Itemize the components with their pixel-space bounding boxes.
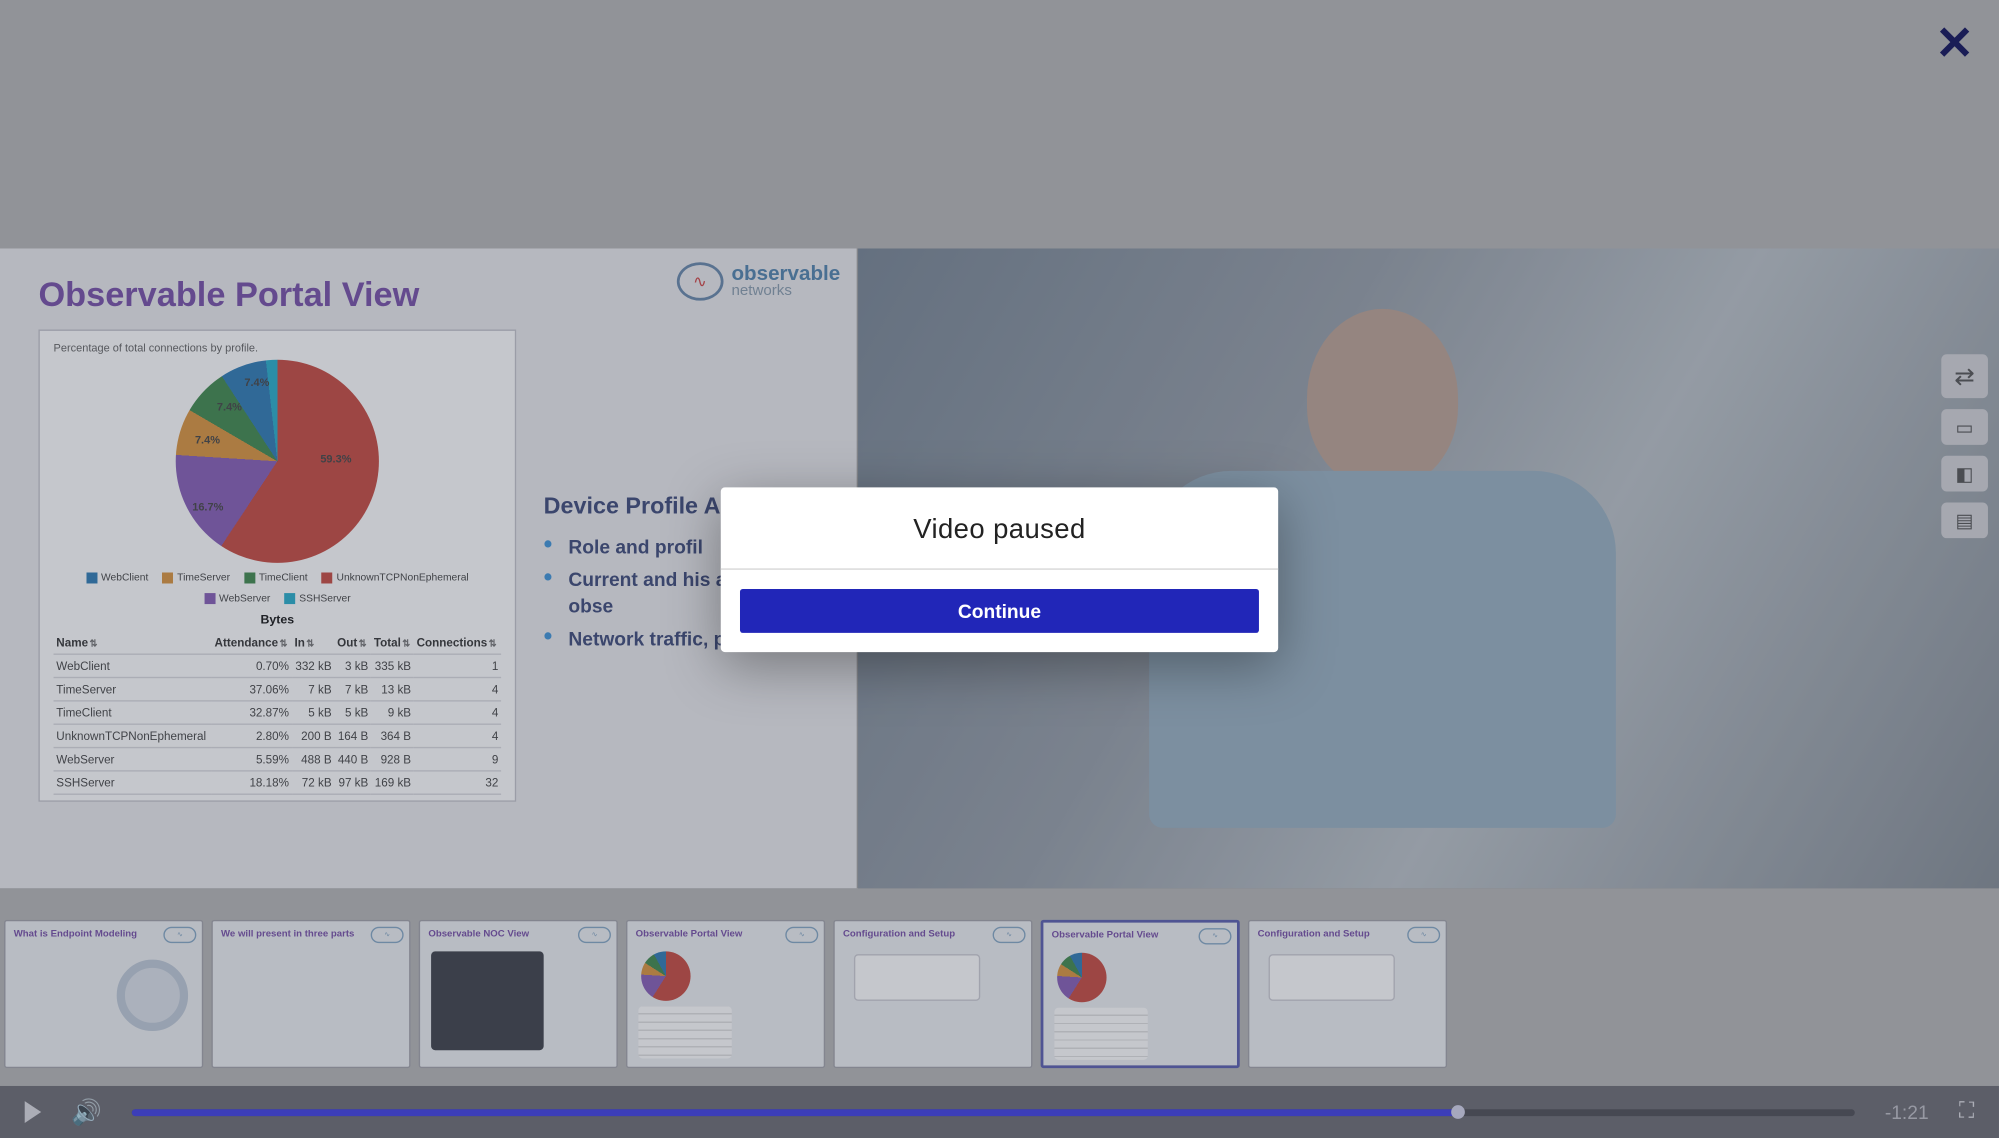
continue-button[interactable]: Continue [740,588,1259,632]
modal-divider [721,568,1278,569]
close-button[interactable]: ✕ [1935,16,1974,71]
modal-title: Video paused [740,514,1259,546]
paused-modal: Video paused Continue [721,487,1278,652]
